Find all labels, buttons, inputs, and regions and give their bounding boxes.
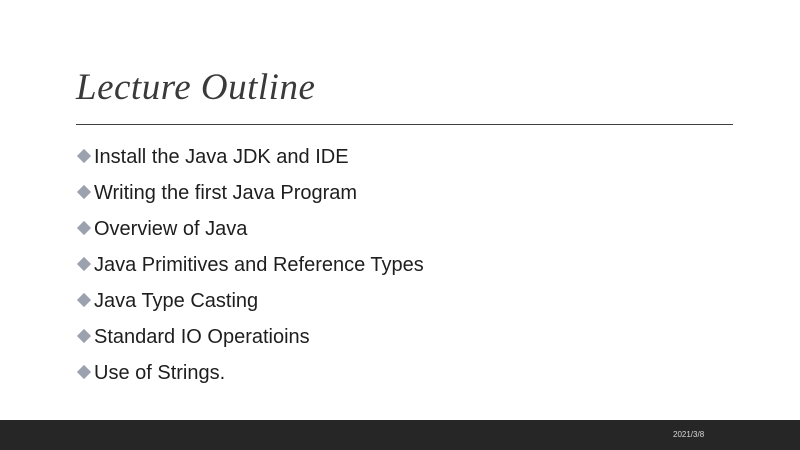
footer-date: 2021/3/8	[673, 430, 705, 439]
title-divider	[76, 124, 733, 125]
bullet-item: Overview of Java	[76, 211, 424, 247]
diamond-bullet-icon	[76, 220, 92, 238]
bullet-item: Java Primitives and Reference Types	[76, 247, 424, 283]
footer-bar: 2021/3/8	[0, 420, 800, 450]
bullet-text: Overview of Java	[94, 217, 248, 240]
slide: Lecture Outline Install the Java JDK and…	[0, 0, 800, 420]
bullet-list: Install the Java JDK and IDE Writing the…	[76, 139, 424, 391]
bullet-text: Java Type Casting	[94, 289, 259, 312]
diamond-bullet-icon	[76, 184, 92, 202]
bullet-text: Use of Strings.	[94, 361, 226, 384]
bullet-text: Java Primitives and Reference Types	[94, 253, 424, 276]
bullet-text: Install the Java JDK and IDE	[94, 145, 349, 168]
diamond-bullet-icon	[76, 256, 92, 274]
bullet-text: Standard IO Operatioins	[94, 325, 310, 348]
diamond-bullet-icon	[76, 328, 92, 346]
bullet-item: Install the Java JDK and IDE	[76, 139, 424, 175]
bullet-item: Use of Strings.	[76, 355, 424, 391]
bullet-item: Java Type Casting	[76, 283, 424, 319]
bullet-item: Standard IO Operatioins	[76, 319, 424, 355]
bullet-text: Writing the first Java Program	[94, 181, 358, 204]
diamond-bullet-icon	[76, 148, 92, 166]
bullet-item: Writing the first Java Program	[76, 175, 424, 211]
slide-title: Lecture Outline	[76, 67, 316, 108]
diamond-bullet-icon	[76, 292, 92, 310]
diamond-bullet-icon	[76, 364, 92, 382]
